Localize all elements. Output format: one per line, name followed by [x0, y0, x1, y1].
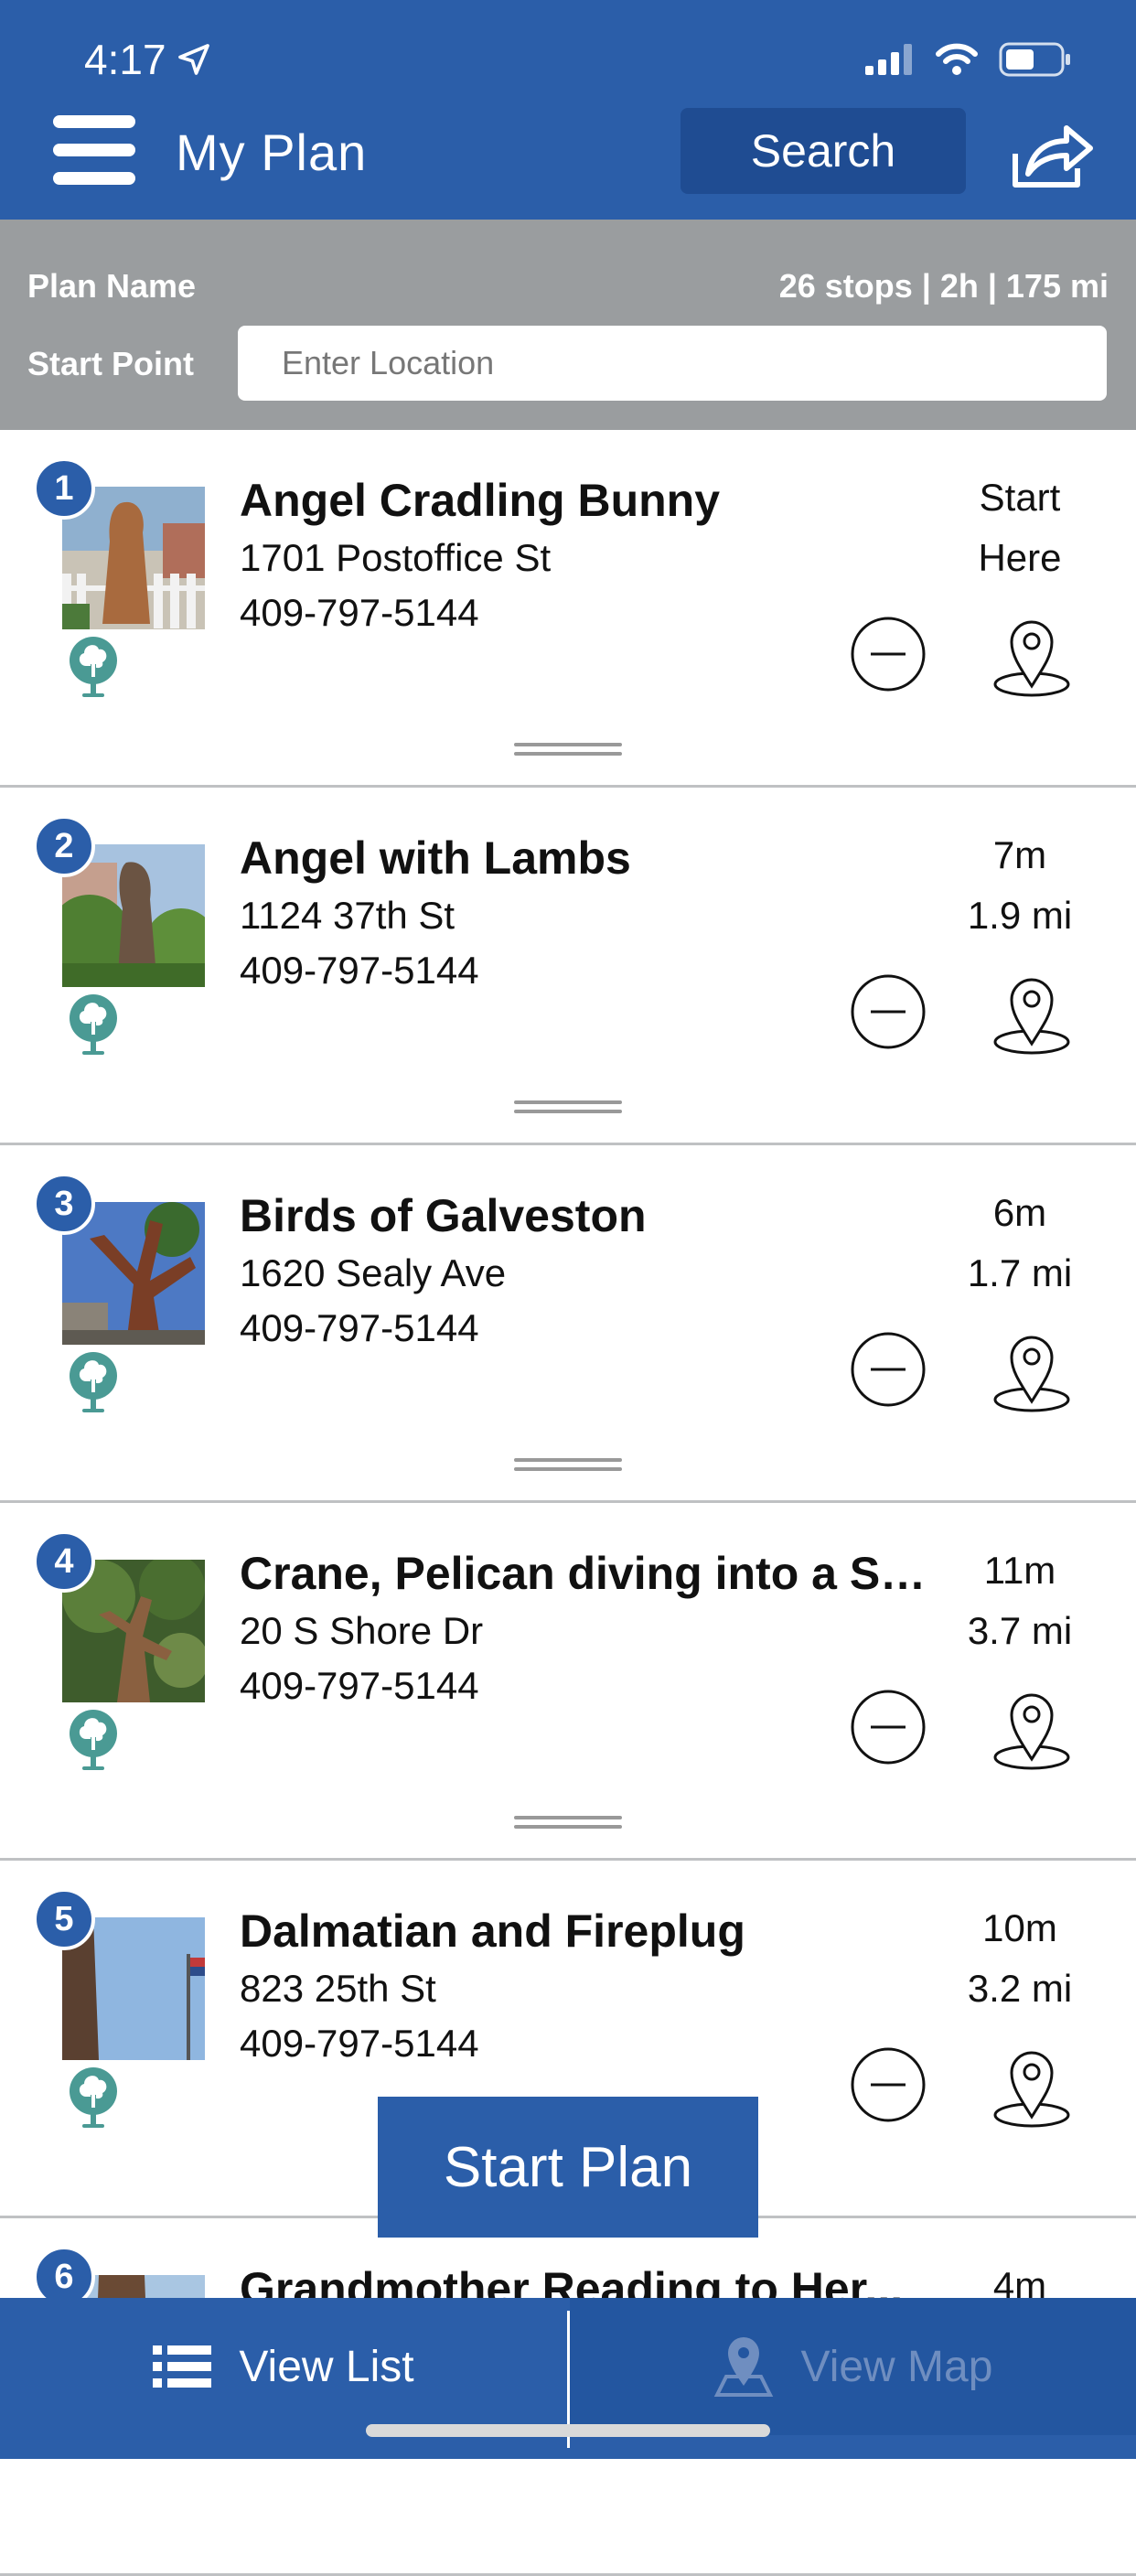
tab-view-map-label: View Map — [800, 2342, 993, 2391]
tree-icon — [70, 637, 117, 697]
stop-phone[interactable]: 409-797-5144 — [240, 1306, 479, 1350]
stop-number-badge: 2 — [33, 815, 95, 877]
tree-icon — [70, 1352, 117, 1412]
stop-phone[interactable]: 409-797-5144 — [240, 591, 479, 635]
stop-distance: 1.7 mi — [967, 1251, 1073, 1294]
stops-list: 1 Angel Cradling Bunny 1701 Postoffice S… — [0, 430, 1136, 2576]
stop-title[interactable]: Dalmatian and Fireplug — [240, 1905, 935, 1958]
stop-travel-time: Start — [979, 476, 1061, 519]
tab-view-list[interactable]: View List — [0, 2298, 567, 2435]
status-bar-time: 4:17 — [84, 35, 212, 84]
drag-handle-icon[interactable] — [514, 1816, 622, 1830]
hamburger-menu-icon[interactable] — [53, 115, 135, 187]
map-pin-icon[interactable] — [990, 969, 1074, 1055]
tab-view-list-label: View List — [239, 2342, 414, 2391]
stop-distance: Here — [978, 536, 1062, 579]
stop-row[interactable]: 3 Birds of Galveston 1620 Sealy Ave 409-… — [0, 1145, 1136, 1503]
stop-number-badge: 4 — [33, 1530, 95, 1593]
home-indicator[interactable] — [366, 2424, 770, 2437]
stop-row[interactable]: 2 Angel with Lambs 1124 37th St 409-797-… — [0, 788, 1136, 1145]
stop-travel-time: 11m — [983, 1549, 1056, 1592]
tab-view-map[interactable]: View Map — [570, 2298, 1136, 2435]
stop-title[interactable]: Birds of Galveston — [240, 1189, 935, 1242]
tree-icon — [70, 2067, 117, 2128]
stop-title[interactable]: Angel Cradling Bunny — [240, 474, 935, 527]
stop-number-badge: 5 — [33, 1888, 95, 1950]
stop-address: 1620 Sealy Ave — [240, 1251, 507, 1294]
stop-phone[interactable]: 409-797-5144 — [240, 2022, 479, 2066]
share-icon[interactable] — [1006, 117, 1096, 192]
clock-text: 4:17 — [84, 36, 166, 83]
plan-info-bar: Plan Name 26 stops | 2h | 175 mi Start P… — [0, 220, 1136, 430]
signal-icon — [865, 44, 912, 75]
status-bar-icons — [865, 42, 1072, 77]
stop-title[interactable]: Angel with Lambs — [240, 832, 935, 885]
drag-handle-icon[interactable] — [514, 1458, 622, 1473]
plan-name-label[interactable]: Plan Name — [27, 267, 196, 306]
search-button[interactable]: Search — [681, 108, 966, 194]
tree-icon — [70, 1710, 117, 1770]
page-title: My Plan — [176, 123, 368, 181]
stop-phone[interactable]: 409-797-5144 — [240, 1664, 479, 1708]
list-icon — [153, 2345, 212, 2388]
stop-number-badge: 1 — [33, 457, 95, 520]
stop-distance: 1.9 mi — [967, 894, 1073, 937]
start-plan-button[interactable]: Start Plan — [378, 2097, 758, 2238]
start-point-input[interactable] — [238, 326, 1107, 401]
stop-distance: 3.2 mi — [967, 1967, 1073, 2010]
stop-travel-time: 6m — [992, 1191, 1047, 1234]
stop-address: 20 S Shore Dr — [240, 1609, 484, 1652]
remove-icon[interactable] — [849, 1330, 927, 1409]
map-pin-icon — [713, 2337, 773, 2397]
stop-distance: 3.7 mi — [967, 1609, 1073, 1652]
app-header: 4:17 My Plan Search — [0, 0, 1136, 220]
location-arrow-icon — [177, 44, 209, 75]
remove-icon[interactable] — [849, 972, 927, 1051]
map-pin-icon[interactable] — [990, 1684, 1074, 1770]
stop-number-badge: 3 — [33, 1173, 95, 1235]
stop-phone[interactable]: 409-797-5144 — [240, 949, 479, 993]
battery-icon — [999, 42, 1070, 77]
stop-travel-time: 10m — [982, 1906, 1057, 1949]
map-pin-icon[interactable] — [990, 1326, 1074, 1412]
wifi-icon — [936, 43, 978, 75]
stop-row[interactable]: 1 Angel Cradling Bunny 1701 Postoffice S… — [0, 430, 1136, 788]
tree-icon — [70, 994, 117, 1055]
map-pin-icon[interactable] — [990, 611, 1074, 697]
stop-travel-time: 7m — [992, 833, 1047, 876]
remove-icon[interactable] — [849, 615, 927, 693]
start-point-label: Start Point — [27, 345, 195, 382]
drag-handle-icon[interactable] — [514, 743, 622, 757]
stop-title[interactable]: Crane, Pelican diving into a Sc... — [240, 1547, 935, 1600]
stop-row[interactable]: 4 Crane, Pelican diving into a Sc... 20 … — [0, 1503, 1136, 1861]
remove-icon[interactable] — [849, 2045, 927, 2124]
stop-address: 1124 37th St — [240, 894, 455, 937]
remove-icon[interactable] — [849, 1688, 927, 1766]
plan-summary: 26 stops | 2h | 175 mi — [778, 267, 1109, 305]
map-pin-icon[interactable] — [990, 2042, 1074, 2128]
stop-address: 1701 Postoffice St — [240, 536, 552, 579]
drag-handle-icon[interactable] — [514, 1100, 622, 1115]
stop-address: 823 25th St — [240, 1967, 436, 2010]
